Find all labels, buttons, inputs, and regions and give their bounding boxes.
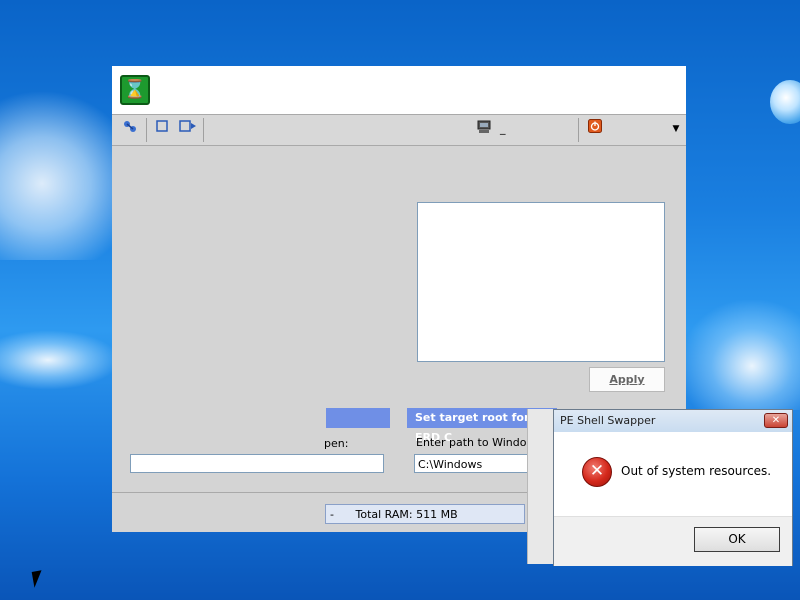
record-icon[interactable] (176, 119, 200, 139)
left-group-label: pen: (324, 437, 349, 450)
dialog-message: Out of system resources. (621, 464, 772, 478)
computer-icon[interactable] (474, 119, 494, 139)
toolbar-separator (578, 118, 579, 142)
error-dialog: PE Shell Swapper ✕ ✕ Out of system resou… (553, 409, 793, 566)
main-window-titlebar: ⌛ (112, 66, 686, 115)
error-icon: ✕ (582, 457, 612, 487)
desktop-wallpaper-splash-right (680, 300, 800, 410)
desktop-wallpaper-bubble (770, 80, 800, 124)
toolbar-separator (203, 118, 204, 142)
toolbar: _ ▼ (112, 115, 686, 146)
left-group-input[interactable] (130, 454, 384, 473)
mouse-cursor-icon (31, 570, 45, 588)
left-group-header (326, 408, 390, 428)
info-textbox[interactable] (417, 202, 665, 362)
apply-button[interactable]: Apply (589, 367, 665, 392)
network-icon[interactable] (120, 119, 140, 139)
ok-button[interactable]: OK (694, 527, 780, 552)
total-ram-label: Total RAM: 511 MB (355, 508, 458, 521)
desktop-wallpaper-splash-left (0, 330, 120, 390)
toolbar-center-label: _ (500, 122, 506, 135)
hourglass-icon: ⌛ (120, 75, 150, 105)
dialog-footer: OK (554, 516, 792, 566)
chevron-down-icon[interactable]: ▼ (670, 119, 682, 139)
toolbar-separator (146, 118, 147, 142)
dialog-body: ✕ Out of system resources. (554, 432, 792, 516)
close-icon[interactable]: ✕ (764, 413, 788, 428)
square-icon[interactable] (152, 119, 172, 139)
status-dash: - (330, 508, 334, 521)
status-ram-field: - Total RAM: 511 MB (325, 504, 525, 524)
dialog-title: PE Shell Swapper (554, 410, 792, 432)
power-icon[interactable] (586, 119, 604, 139)
dialog-backdrop (527, 409, 554, 564)
